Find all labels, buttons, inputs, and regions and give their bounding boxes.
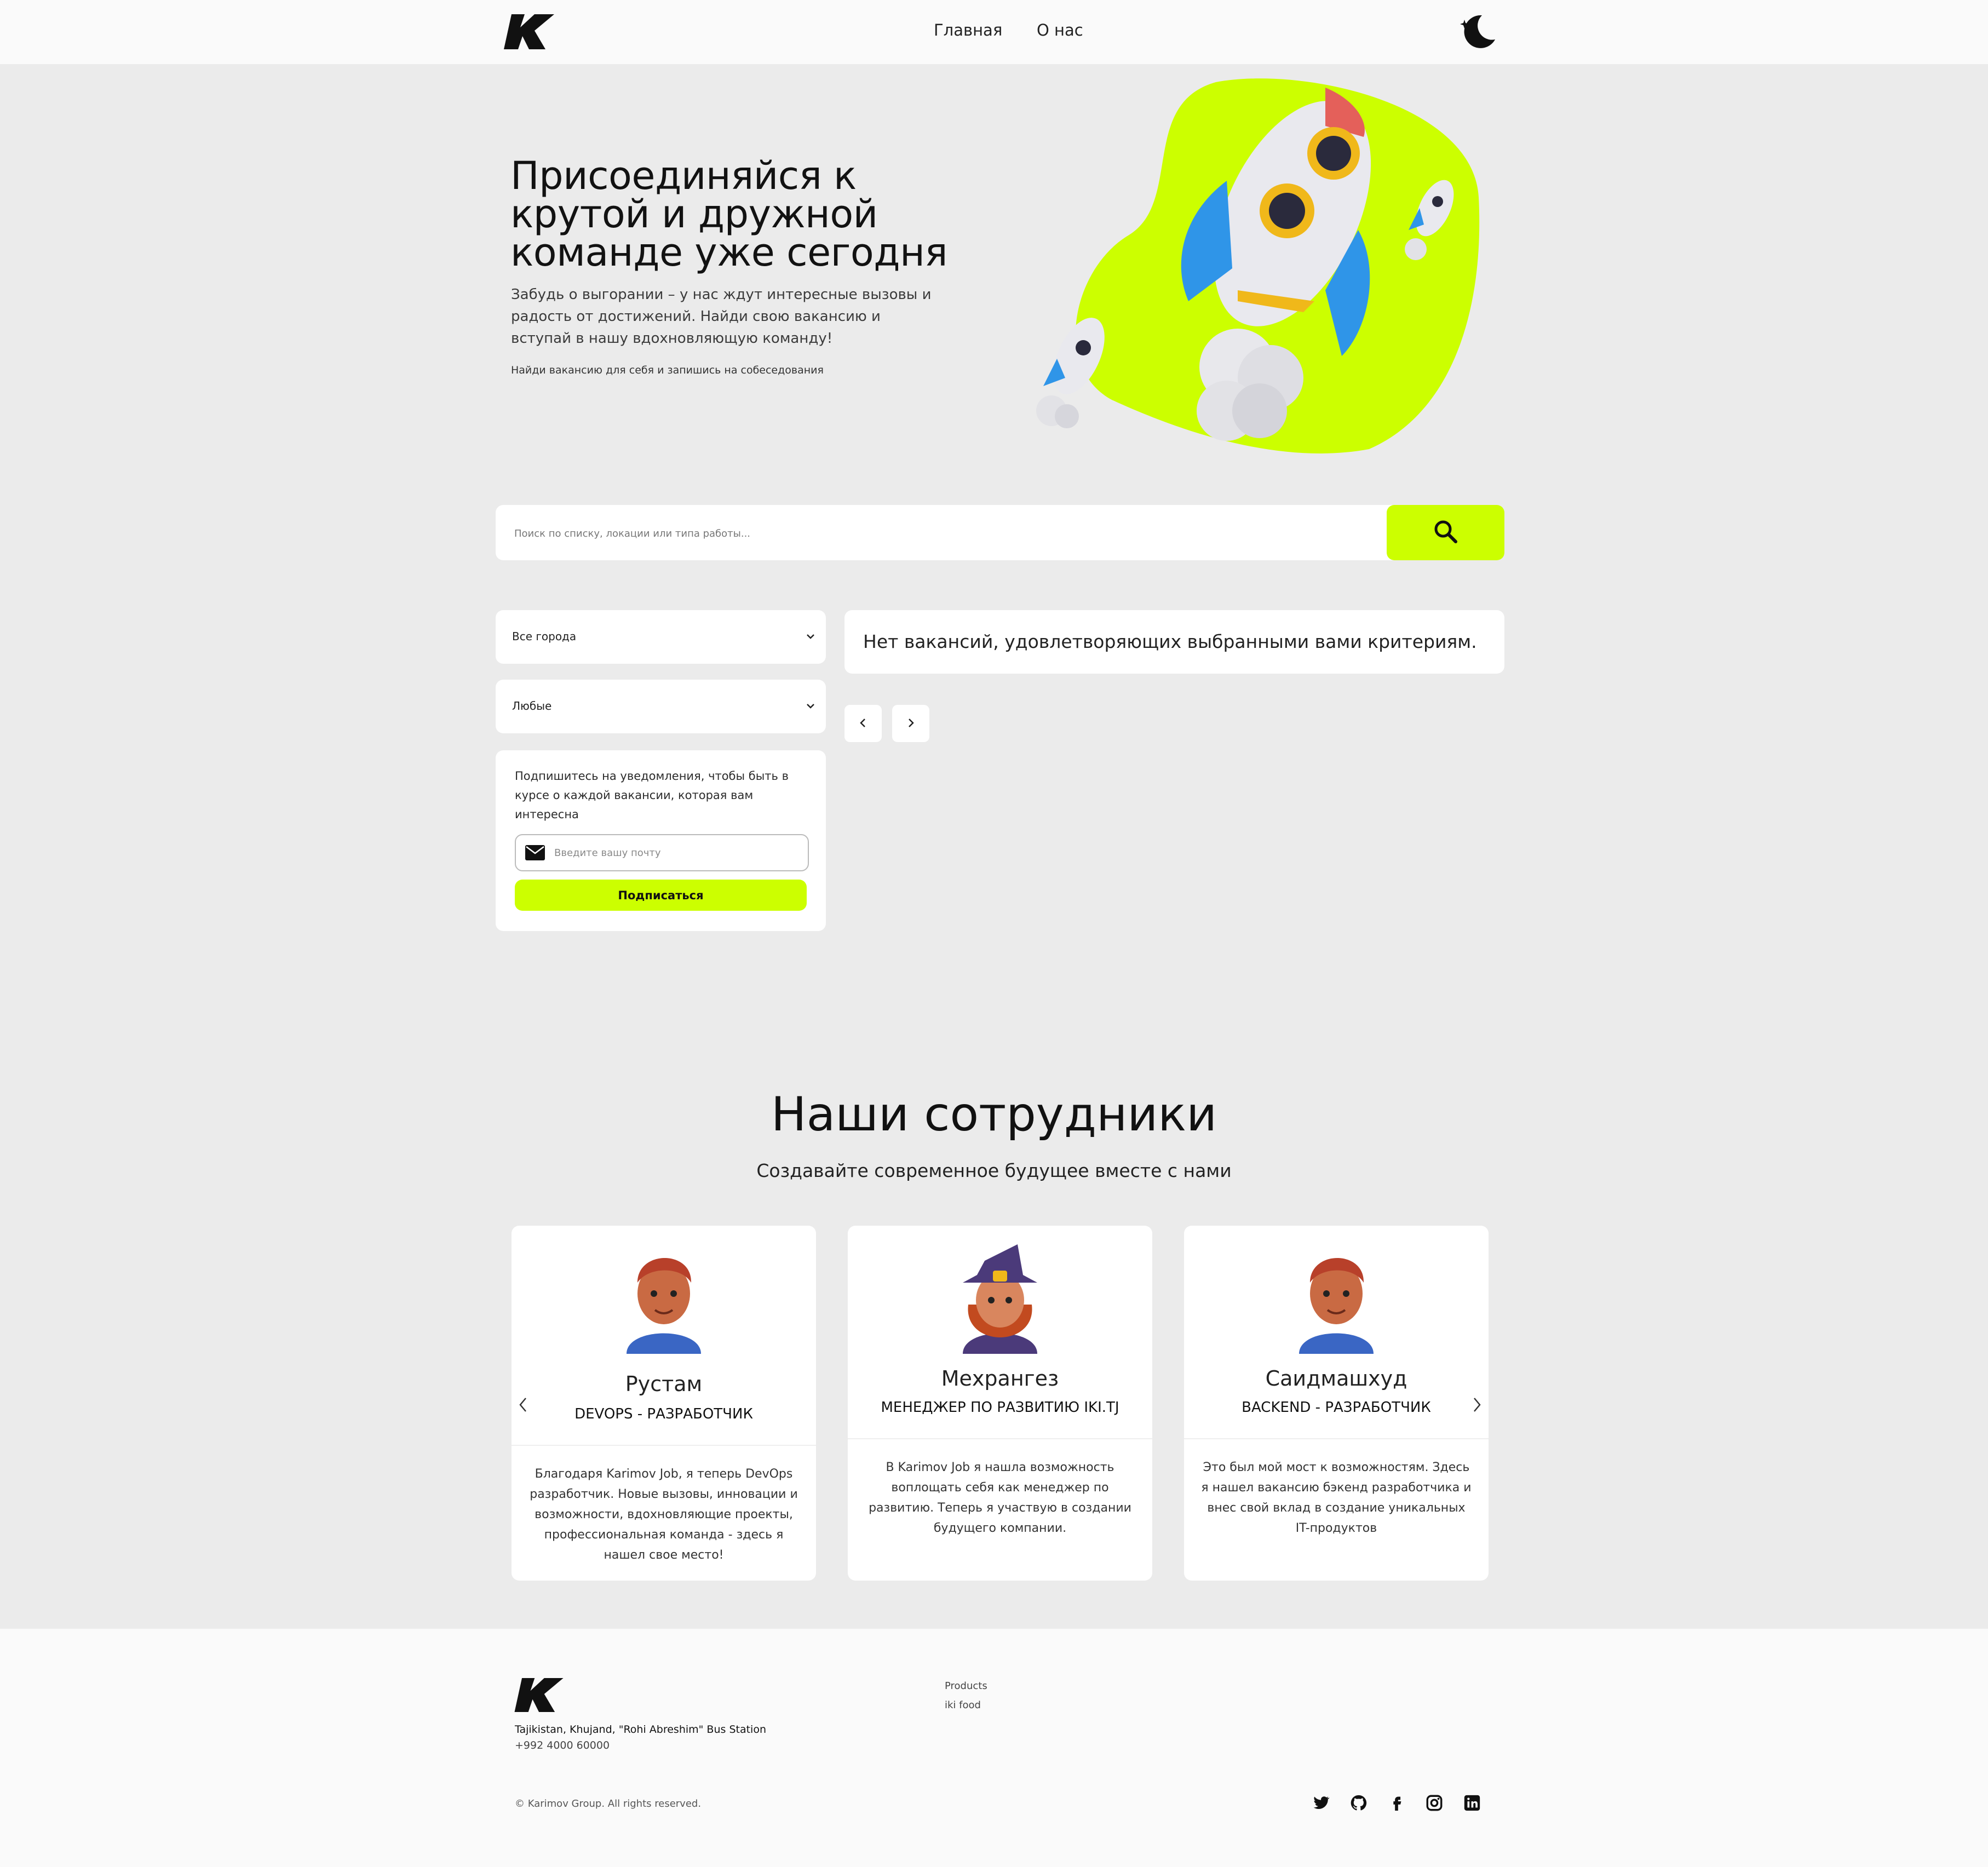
member-quote: Благодаря Karimov Job, я теперь DevOps р… (530, 1467, 798, 1562)
member-quote: Это был мой мост к возможностям. Здесь я… (1201, 1461, 1472, 1535)
card-divider (848, 1438, 1152, 1439)
email-input[interactable] (553, 842, 796, 863)
card-divider (512, 1445, 816, 1446)
prev-page-button[interactable] (844, 705, 882, 742)
footer-copyright: © Karimov Group. All rights reserved. (515, 1798, 702, 1809)
search-icon (1434, 520, 1457, 543)
twitter-icon[interactable] (1312, 1794, 1330, 1812)
hero-subnote: Найди вакансию для себя и запишись на со… (511, 364, 824, 376)
search-input[interactable] (513, 518, 1370, 549)
avatar-saidmashhud (1278, 1240, 1394, 1356)
job-type-select-value: Любые (512, 699, 552, 713)
instagram-icon[interactable] (1425, 1794, 1444, 1812)
member-quote: В Karimov Job я нашла возможность воплощ… (869, 1461, 1131, 1535)
carousel-next-icon[interactable] (1469, 1395, 1485, 1414)
footer-link-iki-food[interactable]: iki food (945, 1699, 981, 1711)
avatar-mehrangez (942, 1240, 1058, 1356)
facebook-icon[interactable] (1387, 1794, 1406, 1812)
team-title: Наши сотрудники (771, 1087, 1217, 1142)
member-role: МЕНЕДЖЕР ПО РАЗВИТИЮ IKI.TJ (881, 1399, 1119, 1416)
card-divider (1184, 1438, 1489, 1439)
member-name: Рустам (625, 1372, 703, 1396)
brand-logo-icon[interactable] (504, 14, 556, 49)
empty-jobs-message: Нет вакансий, удовлетворяющих выбранными… (844, 610, 1504, 674)
job-type-select[interactable]: Любые (496, 680, 826, 733)
member-name: Мехрангез (941, 1366, 1059, 1391)
member-role: BACKEND - РАЗРАБОТЧИК (1242, 1399, 1431, 1416)
subscribe-text: Подпишитесь на уведомления, чтобы быть в… (515, 769, 789, 821)
member-role: DEVOPS - РАЗРАБОТЧИК (574, 1406, 753, 1422)
footer-address: Tajikistan, Khujand, "Rohi Abreshim" Bus… (515, 1724, 766, 1736)
next-page-button[interactable] (892, 705, 929, 742)
chevron-down-icon (807, 634, 814, 639)
footer-phone: +992 4000 60000 (515, 1739, 610, 1751)
subscribe-button[interactable]: Подписаться (515, 880, 807, 911)
chevron-down-icon (807, 704, 814, 709)
nav-about-link[interactable]: О нас (1037, 21, 1083, 39)
footer-link-products[interactable]: Products (945, 1680, 987, 1692)
linkedin-icon[interactable] (1463, 1794, 1481, 1812)
github-icon[interactable] (1349, 1794, 1368, 1812)
city-select[interactable]: Все города (496, 610, 826, 664)
search-button[interactable] (1387, 505, 1504, 560)
member-name: Саидмашхуд (1265, 1366, 1407, 1391)
footer-logo-icon[interactable] (514, 1678, 566, 1712)
hero-title: Присоединяйся к крутой и дружной команде… (510, 153, 948, 275)
team-subtitle: Создавайте современное будущее вместе с … (756, 1160, 1232, 1181)
empty-jobs-text: Нет вакансий, удовлетворяющих выбранными… (863, 631, 1477, 652)
moon-star-icon[interactable] (1457, 11, 1497, 51)
hero-description: Забудь о выгорании – у нас ждут интересн… (511, 286, 932, 347)
avatar-rustam (606, 1240, 722, 1356)
chevron-right-icon (909, 718, 914, 727)
city-select-value: Все города (512, 630, 577, 643)
mail-icon (525, 845, 545, 860)
rocket-illustration (1036, 78, 1480, 453)
site-footer (0, 1629, 1988, 1867)
nav-home-link[interactable]: Главная (934, 21, 1002, 39)
chevron-left-icon (860, 718, 865, 727)
carousel-prev-icon[interactable] (515, 1395, 531, 1414)
